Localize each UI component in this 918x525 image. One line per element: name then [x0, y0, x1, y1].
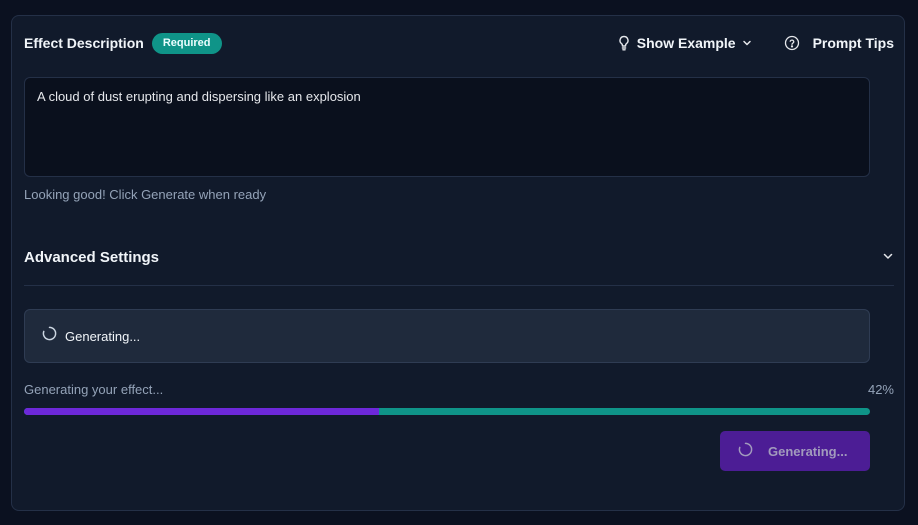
spinner-icon	[42, 326, 57, 346]
progress-labels: Generating your effect... 42%	[24, 382, 894, 397]
effect-description-value: A cloud of dust erupting and dispersing …	[37, 89, 361, 104]
prompt-tips-label: Prompt Tips	[812, 35, 894, 51]
header-actions: Show Example Prompt Tips	[617, 35, 894, 51]
effect-description-title: Effect Description	[24, 35, 144, 51]
show-example-button[interactable]: Show Example	[617, 35, 752, 51]
progress-bar-fill	[24, 408, 380, 415]
prompt-tips-button[interactable]: Prompt Tips	[784, 35, 894, 51]
progress-percent: 42%	[867, 382, 894, 397]
progress-label: Generating your effect...	[24, 382, 164, 397]
validation-hint: Looking good! Click Generate when ready	[24, 187, 267, 202]
generation-status: Generating...	[24, 309, 870, 363]
generate-button-label: Generating...	[768, 443, 848, 459]
advanced-settings-title: Advanced Settings	[24, 249, 160, 266]
chevron-down-icon	[742, 38, 752, 48]
show-example-label: Show Example	[636, 35, 736, 51]
progress-bar	[24, 408, 870, 415]
status-message: Generating...	[65, 328, 141, 344]
spinner-icon	[738, 442, 753, 460]
effect-description-input[interactable]: A cloud of dust erupting and dispersing …	[24, 77, 870, 177]
effect-header: Effect Description Required Show Example	[24, 31, 894, 55]
generate-button[interactable]: Generating...	[720, 431, 870, 471]
required-badge: Required	[151, 32, 222, 54]
lightbulb-icon	[617, 35, 631, 51]
advanced-settings-toggle[interactable]: Advanced Settings	[24, 245, 894, 286]
chevron-down-icon	[882, 249, 894, 267]
help-circle-icon	[784, 35, 800, 51]
